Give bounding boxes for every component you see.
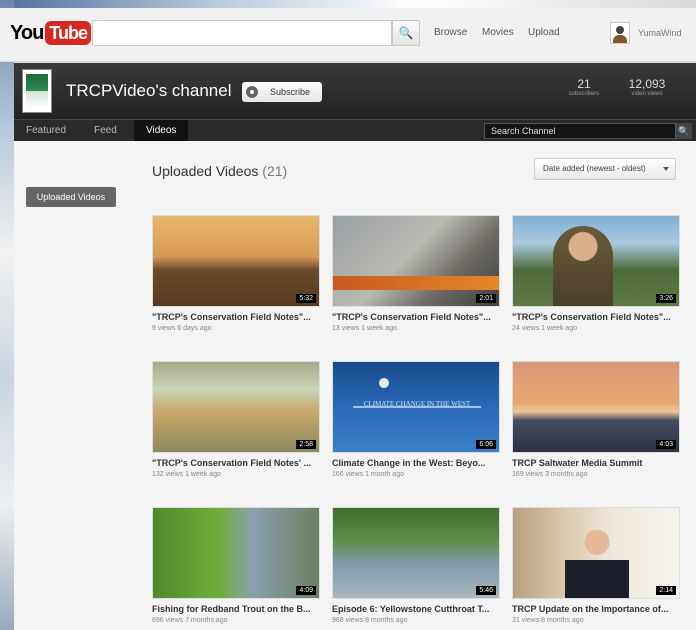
- channel-nav: Featured Feed Videos Search Channel 🔍: [14, 119, 696, 142]
- video-duration: 2:58: [296, 440, 316, 449]
- video-thumbnail[interactable]: 2:58: [152, 361, 320, 453]
- video-duration: 2:14: [656, 586, 676, 595]
- video-title[interactable]: Climate Change in the West: Beyo...: [332, 458, 500, 468]
- video-meta: 24 views 1 week ago: [512, 325, 577, 332]
- video-card[interactable]: 2:01 "TRCP's Conservation Field Notes"..…: [332, 215, 500, 332]
- search-channel-button[interactable]: 🔍: [676, 123, 692, 139]
- video-meta: 166 views 1 month ago: [332, 471, 404, 478]
- video-duration: 2:01: [476, 294, 496, 303]
- subscriber-count: 21 subscribers: [568, 77, 600, 97]
- channel-title: TRCPVideo's channel: [66, 81, 232, 100]
- search-input[interactable]: [92, 20, 392, 46]
- sort-dropdown[interactable]: Date added (newest - oldest): [534, 158, 676, 180]
- video-thumbnail[interactable]: 5:46: [332, 507, 500, 599]
- video-duration: 4:03: [656, 440, 676, 449]
- video-title[interactable]: Episode 6: Yellowstone Cutthroat T...: [332, 604, 500, 614]
- video-card[interactable]: 5:46 Episode 6: Yellowstone Cutthroat T.…: [332, 507, 500, 624]
- video-title[interactable]: "TRCP's Conservation Field Notes"...: [152, 312, 320, 322]
- channel-logo: [22, 69, 52, 113]
- video-title[interactable]: "TRCP's Conservation Field Notes"...: [512, 312, 680, 322]
- video-duration: 3:26: [656, 294, 676, 303]
- video-thumbnail[interactable]: CLIMATE CHANGE IN THE WEST 6:06: [332, 361, 500, 453]
- video-thumbnail[interactable]: 3:26: [512, 215, 680, 307]
- logo-you-text: You: [10, 21, 44, 44]
- video-card[interactable]: 3:26 "TRCP's Conservation Field Notes"..…: [512, 215, 680, 332]
- tab-feed[interactable]: Feed: [82, 120, 129, 142]
- subscribe-icon: [246, 86, 258, 98]
- video-meta: 13 views 1 week ago: [332, 325, 397, 332]
- video-meta: 696 views 7 months ago: [152, 617, 228, 624]
- video-thumbnail[interactable]: 2:14: [512, 507, 680, 599]
- avatar[interactable]: [610, 22, 630, 44]
- search-icon: 🔍: [678, 126, 690, 136]
- section-count: (21): [262, 163, 288, 179]
- video-duration: 4:09: [296, 586, 316, 595]
- video-card[interactable]: 4:09 Fishing for Redband Trout on the B.…: [152, 507, 320, 624]
- video-title[interactable]: TRCP Update on the Importance of...: [512, 604, 680, 614]
- video-meta: 9 views 6 days ago: [152, 325, 212, 332]
- sidebar-item-uploaded-videos[interactable]: Uploaded Videos: [26, 187, 116, 207]
- browse-link[interactable]: Browse: [434, 27, 467, 38]
- video-card[interactable]: 5:32 "TRCP's Conservation Field Notes"..…: [152, 215, 320, 332]
- video-card[interactable]: CLIMATE CHANGE IN THE WEST 6:06 Climate …: [332, 361, 500, 478]
- video-thumbnail[interactable]: 5:32: [152, 215, 320, 307]
- thumbnail-caption: CLIMATE CHANGE IN THE WEST: [363, 400, 471, 408]
- username-menu[interactable]: YumaWind: [638, 28, 682, 38]
- subscribe-label: Subscribe: [270, 87, 311, 97]
- section-title: Uploaded Videos (21): [152, 163, 288, 179]
- video-views-count: 12,093 video views: [628, 77, 666, 97]
- video-title[interactable]: TRCP Saltwater Media Summit: [512, 458, 680, 468]
- video-thumbnail[interactable]: 4:09: [152, 507, 320, 599]
- video-meta: 132 views 1 week ago: [152, 471, 221, 478]
- video-title[interactable]: "TRCP's Conservation Field Notes"...: [332, 312, 500, 322]
- upload-link[interactable]: Upload: [528, 27, 560, 38]
- video-card[interactable]: 2:14 TRCP Update on the Importance of...…: [512, 507, 680, 624]
- subscribe-button[interactable]: Subscribe: [242, 82, 322, 102]
- video-meta: 968 views 8 months ago: [332, 617, 408, 624]
- video-thumbnail[interactable]: 4:03: [512, 361, 680, 453]
- desktop-backdrop: [0, 0, 14, 630]
- channel-header: TRCPVideo's channel Subscribe 21 subscri…: [14, 63, 696, 119]
- video-thumbnail[interactable]: 2:01: [332, 215, 500, 307]
- video-duration: 5:32: [296, 294, 316, 303]
- video-title[interactable]: "TRCP's Conservation Field Notes' ...: [152, 458, 320, 468]
- video-card[interactable]: 2:58 "TRCP's Conservation Field Notes' .…: [152, 361, 320, 478]
- video-duration: 5:46: [476, 586, 496, 595]
- desktop-backdrop-top: [0, 0, 696, 8]
- video-meta: 169 views 3 months ago: [512, 471, 588, 478]
- video-card[interactable]: 4:03 TRCP Saltwater Media Summit 169 vie…: [512, 361, 680, 478]
- masthead: You Tube 🔍 Browse Movies Upload YumaWind: [0, 8, 696, 62]
- logo-tube-text: Tube: [45, 21, 91, 45]
- tab-featured[interactable]: Featured: [14, 120, 78, 142]
- search-channel-input[interactable]: Search Channel: [484, 123, 676, 139]
- video-meta: 31 views 8 months ago: [512, 617, 584, 624]
- tab-videos[interactable]: Videos: [134, 120, 189, 142]
- video-duration: 6:06: [476, 440, 496, 449]
- search-icon: 🔍: [398, 26, 414, 40]
- chevron-down-icon: [663, 167, 669, 171]
- youtube-logo[interactable]: You Tube: [10, 20, 91, 46]
- search-button[interactable]: 🔍: [392, 20, 420, 46]
- content-area: Uploaded Videos Uploaded Videos (21) Dat…: [14, 141, 696, 630]
- video-title[interactable]: Fishing for Redband Trout on the B...: [152, 604, 320, 614]
- movies-link[interactable]: Movies: [482, 27, 514, 38]
